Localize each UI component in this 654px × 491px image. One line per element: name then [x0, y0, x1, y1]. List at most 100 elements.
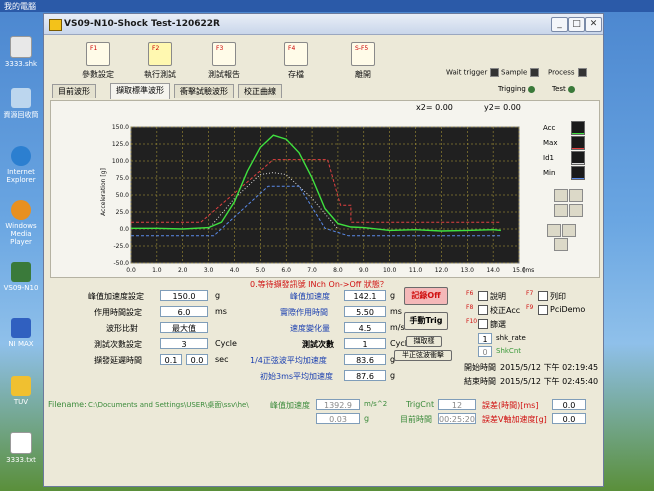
- shk-rate-field[interactable]: 1: [478, 333, 492, 344]
- cursor-y2: y2= 0.00: [484, 103, 521, 112]
- v2-status-field: 0.03: [316, 413, 360, 424]
- calib-acc-checkbox[interactable]: [478, 305, 488, 315]
- desktop-icon-ie[interactable]: Internet Explorer: [3, 146, 39, 184]
- legend-min: Min: [543, 166, 585, 181]
- tab-standard-wave[interactable]: 擷取標準波形: [110, 83, 170, 99]
- toolbar-params-button[interactable]: F1 參數設定: [73, 38, 123, 80]
- y-tick-label: 75.0: [116, 175, 130, 182]
- x-tick-label: 3.0: [204, 267, 214, 274]
- desktop-icon-label: NI MAX: [8, 340, 34, 348]
- record-off-button[interactable]: 記錄Off: [404, 287, 448, 305]
- trigging-light: [527, 85, 535, 93]
- peak-status-unit: m/s^2: [364, 400, 388, 408]
- x-tick-label: 1.0: [152, 267, 162, 274]
- desktop-icon-recycle[interactable]: 資源回收筒: [3, 88, 39, 120]
- report-icon: F3: [212, 42, 236, 66]
- close-button[interactable]: ✕: [585, 17, 602, 32]
- folder-icon: [11, 376, 31, 396]
- peak-result-unit: g: [390, 291, 396, 300]
- shk-rate-label: shk_rate: [496, 334, 526, 342]
- peak-setting-field[interactable]: 150.0: [160, 290, 208, 301]
- half-sine-button[interactable]: 半正弦波衝擊: [394, 350, 452, 361]
- desktop-icon-wmp[interactable]: Windows Media Player: [3, 200, 39, 246]
- test-count-setting-label: 測試次數設定: [94, 340, 142, 349]
- peak-result-label: 峰值加速度: [290, 292, 330, 301]
- current-time-label: 目前時間: [400, 415, 432, 424]
- desktop-icon-vs09[interactable]: VS09-N10: [3, 262, 39, 292]
- toolbar-exit-button[interactable]: S-F5 離開: [338, 38, 388, 80]
- calib-acc-label: 校正Acc: [490, 306, 521, 315]
- trigger-delay-field[interactable]: 0.1: [160, 354, 182, 365]
- indicator-light: [490, 68, 500, 77]
- y-tick-label: 50.0: [116, 192, 130, 199]
- sample-indicator: Sample: [501, 68, 540, 77]
- desktop-icon-tuv[interactable]: TUV: [3, 376, 39, 406]
- y-tick-label: 150.0: [112, 124, 129, 131]
- waveform-chart[interactable]: Acceleration [g] 0.0 1.0 2.0 3.0 4.0 5.0 6.0 7.…: [99, 117, 534, 275]
- duration-setting-field[interactable]: 6.0: [160, 306, 208, 317]
- test-indicator: Test: [552, 85, 575, 93]
- tab-shock-wave[interactable]: 衝擊試驗波形: [174, 84, 234, 98]
- legend-swatch: [571, 121, 585, 135]
- tab-current-wave[interactable]: 目前波形: [52, 84, 96, 98]
- function-key-tag: F3: [216, 45, 224, 52]
- legend-label: Max: [543, 139, 558, 147]
- desktop-icon-txt[interactable]: 3333.txt: [3, 432, 39, 464]
- desktop-icon-shk[interactable]: 3333.shk: [3, 36, 39, 68]
- zoom-y-icon[interactable]: [569, 189, 583, 202]
- indicator-label: Process: [548, 68, 575, 77]
- print-label: 列印: [550, 292, 566, 301]
- status-message: 0.等待擷發訊號 INch On->Off 狀態？: [250, 280, 388, 289]
- my-computer-label[interactable]: 我的電腦: [4, 1, 36, 12]
- test-count-result-label: 測試次數: [302, 340, 334, 349]
- filename-value: C:\Documents and Settings\USER\桌面\ssv\he…: [88, 401, 249, 409]
- legend-swatch: [571, 136, 585, 150]
- toolbar-run-test-button[interactable]: F2 執行測試: [135, 38, 185, 80]
- process-indicator: Process: [548, 68, 587, 77]
- toolbar-report-button[interactable]: F3 測試報告: [199, 38, 249, 80]
- x-tick-label: 4.0: [230, 267, 240, 274]
- legend-id1: Id1: [543, 151, 585, 166]
- capture-wave-button[interactable]: 擷取樣: [406, 336, 442, 347]
- manual-trig-button[interactable]: 手動Trig: [404, 312, 448, 330]
- control-panel: 峰值加速度設定 150.0 g 作用時間設定 6.0 ms 波形比對 最大值 測…: [50, 279, 598, 401]
- toolbar: F1 參數設定 F2 執行測試 F3 測試報告 F4 存檔 S-F5 離開: [44, 35, 603, 85]
- peak-status-field: 1392.9: [316, 399, 360, 410]
- x-tick-label: 10.0: [383, 267, 397, 274]
- cursor-x2: x2= 0.00: [416, 103, 453, 112]
- zoom-fit-icon[interactable]: [554, 204, 568, 217]
- x-tick-label: 11.0: [409, 267, 423, 274]
- tab-calibration[interactable]: 校正曲線: [238, 84, 282, 98]
- desktop-topbar: 我的電腦: [0, 0, 654, 12]
- desktop-icon-nimax[interactable]: NI MAX: [3, 318, 39, 348]
- indicator-label: Wait trigger: [446, 68, 488, 77]
- test-count-setting-field[interactable]: 3: [160, 338, 208, 349]
- velocity-change-label: 速度變化量: [290, 324, 330, 333]
- indicator-label: Sample: [501, 68, 528, 77]
- toolbar-save-button[interactable]: F4 存檔: [271, 38, 321, 80]
- x-tick-label: 13.0: [461, 267, 475, 274]
- filter-checkbox[interactable]: [478, 319, 488, 329]
- maximize-button[interactable]: □: [568, 17, 585, 32]
- title-bar[interactable]: VS09-N10-Shock Test-120622R _ □ ✕: [44, 14, 603, 35]
- cursor-pointer-icon[interactable]: [554, 238, 568, 251]
- x-tick-label: 8.0: [333, 267, 343, 274]
- current-time-field: 00:25:20: [438, 413, 476, 424]
- toolbar-label: 存檔: [288, 70, 304, 79]
- duration-result-label: 實際作用時間: [280, 308, 328, 317]
- duration-result-unit: ms: [390, 307, 402, 316]
- zoom-x-icon[interactable]: [554, 189, 568, 202]
- cursor-cross-icon[interactable]: [562, 224, 576, 237]
- x-axis-label: [msec]: [523, 267, 534, 274]
- print-checkbox[interactable]: [538, 291, 548, 301]
- pcidemo-checkbox[interactable]: [538, 305, 548, 315]
- indicator-light: [577, 68, 587, 77]
- start-time-label: 開始時間: [464, 363, 496, 372]
- minimize-button[interactable]: _: [551, 17, 568, 32]
- help-checkbox[interactable]: [478, 291, 488, 301]
- trigger-delay-field-2[interactable]: 0.0: [186, 354, 208, 365]
- quarter-sine-avg-field: 83.6: [344, 354, 386, 365]
- wave-compare-select[interactable]: 最大值: [160, 322, 208, 333]
- zoom-in-icon[interactable]: [569, 204, 583, 217]
- pan-hand-icon[interactable]: [547, 224, 561, 237]
